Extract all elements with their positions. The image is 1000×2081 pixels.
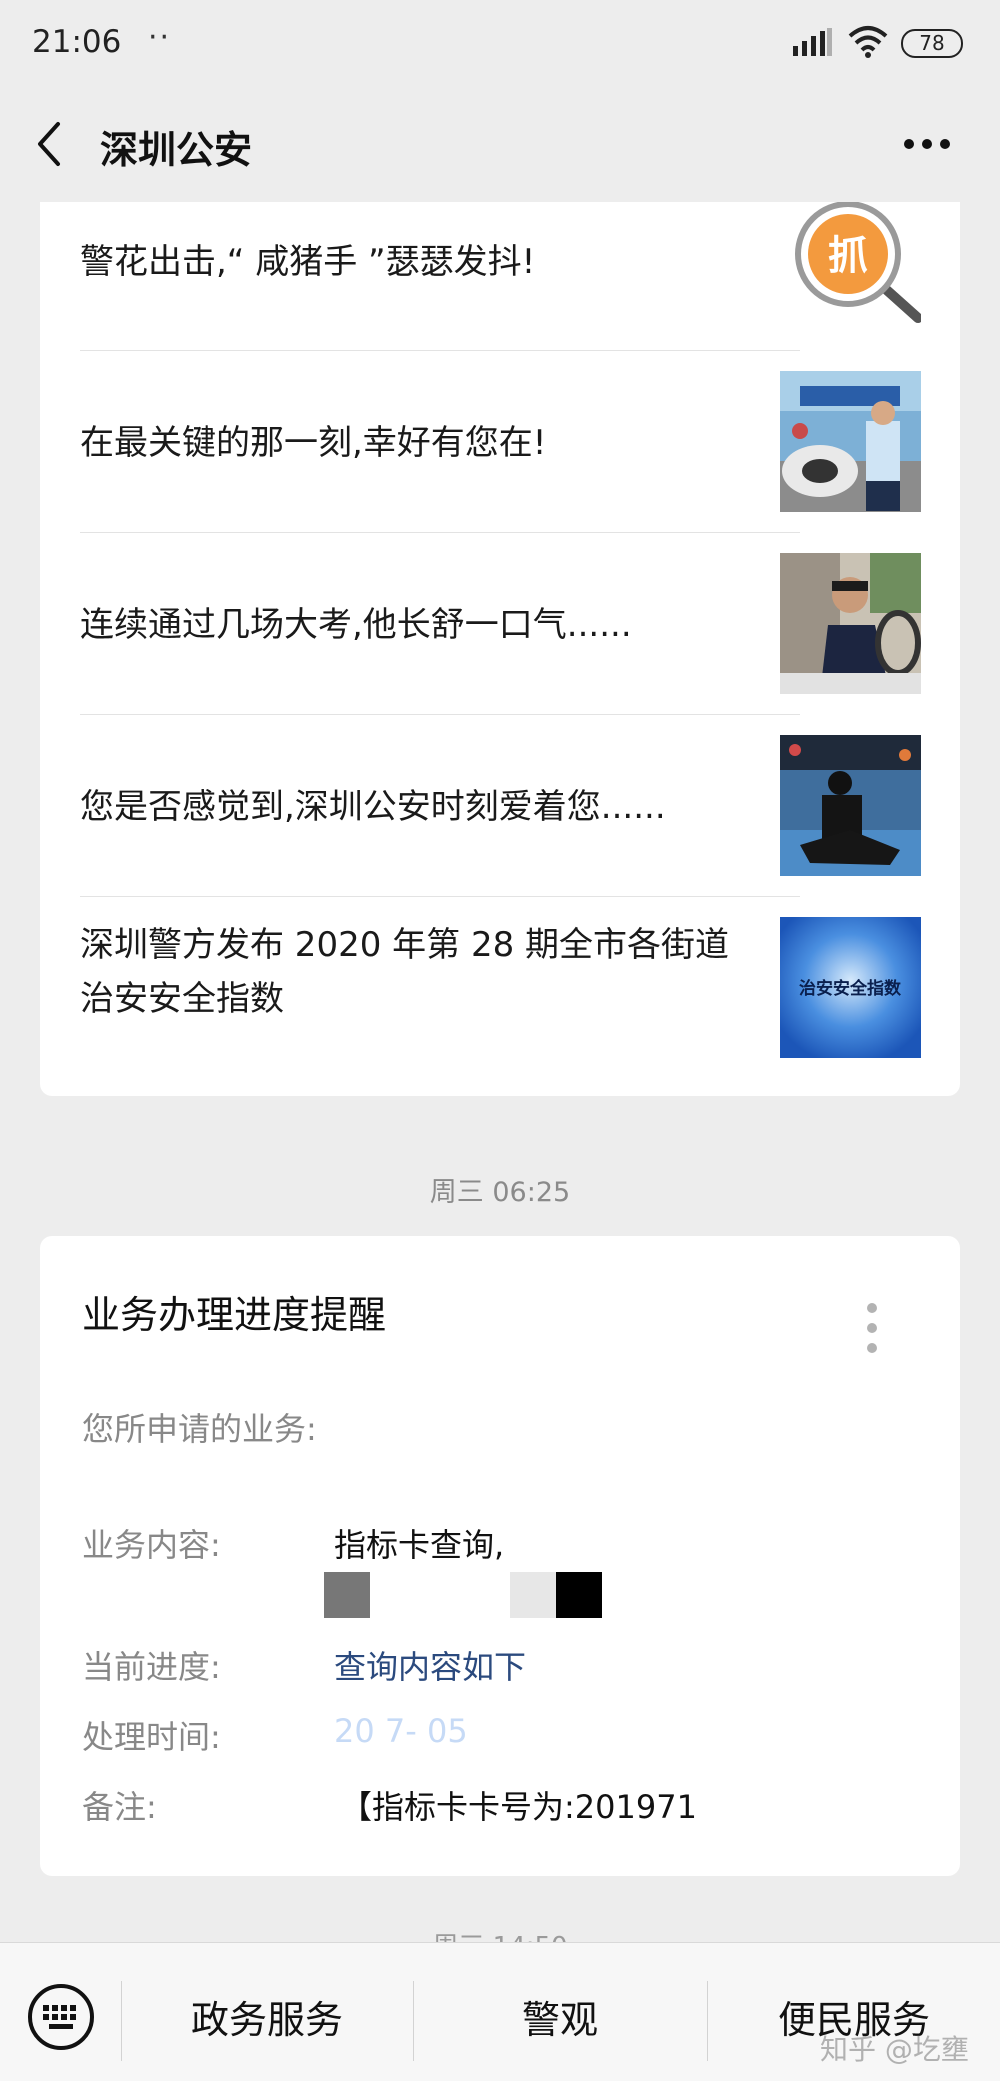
battery-icon: 78	[901, 29, 963, 58]
field-label-progress: 当前进度:	[82, 1648, 221, 1686]
security-index-banner[interactable]: 治安安全指数	[780, 917, 921, 1058]
divider	[80, 714, 800, 715]
redaction-mark	[556, 1572, 602, 1618]
keyboard-icon[interactable]	[27, 1983, 95, 2051]
article-title: 连续通过几场大考,他长舒一口气......	[80, 605, 632, 645]
service-progress-card[interactable]: 业务办理进度提醒 您所申请的业务: 业务内容: 指标卡查询, 当前进度: 查询内…	[40, 1236, 960, 1876]
wifi-icon	[848, 26, 888, 58]
kebab-menu-icon[interactable]	[866, 1302, 878, 1354]
field-label-time: 处理时间:	[82, 1718, 221, 1756]
menu-item-government-services[interactable]: 政务服务	[122, 1989, 412, 2044]
field-value-time: 20 7- 05	[334, 1712, 468, 1750]
divider	[80, 350, 800, 351]
field-value-remark: 【指标卡卡号为:201971	[340, 1788, 697, 1826]
more-options-icon[interactable]	[902, 137, 952, 151]
field-value-content: 指标卡查询,	[334, 1526, 505, 1564]
status-time: 21:06	[32, 24, 122, 60]
article-title: 警花出击,“ 咸猪手 ”瑟瑟发抖!	[80, 242, 536, 282]
magnifier-grab-icon[interactable]: 抓	[780, 202, 921, 324]
notification-dots: ··	[148, 20, 172, 55]
watermark: 知乎 @圪壅	[820, 2033, 969, 2066]
article-title: 深圳警方发布 2020 年第 28 期全市各街道治安安全指数	[80, 925, 730, 1019]
article-list-card: 警花出击,“ 咸猪手 ”瑟瑟发抖! 抓 在最关键的那一刻,幸好有您在! 连续通过…	[40, 202, 960, 1096]
page-title: 深圳公安	[100, 128, 253, 172]
field-value-progress[interactable]: 查询内容如下	[334, 1642, 526, 1688]
redaction-mark	[324, 1572, 370, 1618]
redaction-mark	[510, 1572, 556, 1618]
article-title: 您是否感觉到,深圳公安时刻爱着您......	[80, 787, 666, 827]
nav-bar: 深圳公安	[0, 86, 1000, 202]
divider	[80, 896, 800, 897]
back-icon[interactable]	[34, 120, 64, 168]
menu-item-police-view[interactable]: 警观	[414, 1989, 706, 2044]
police-motorcycle-photo[interactable]	[780, 371, 921, 512]
special-police-photo[interactable]	[780, 735, 921, 876]
notice-intro: 您所申请的业务:	[82, 1410, 317, 1448]
signal-icon	[793, 28, 832, 56]
timestamp: 周三 06:25	[429, 1177, 571, 1208]
banner-label: 治安安全指数	[799, 978, 902, 999]
article-title: 在最关键的那一刻,幸好有您在!	[80, 423, 547, 463]
driver-in-car-photo[interactable]	[780, 553, 921, 694]
field-label-remark: 备注:	[82, 1788, 157, 1826]
field-label-content: 业务内容:	[82, 1526, 221, 1564]
status-bar: 21:06 ·· 78	[0, 0, 1000, 86]
notice-title: 业务办理进度提醒	[82, 1293, 387, 1337]
thumb-label: 抓	[828, 233, 868, 279]
timestamp-partial: 周三 14:50	[0, 1926, 1000, 1942]
divider	[80, 532, 800, 533]
